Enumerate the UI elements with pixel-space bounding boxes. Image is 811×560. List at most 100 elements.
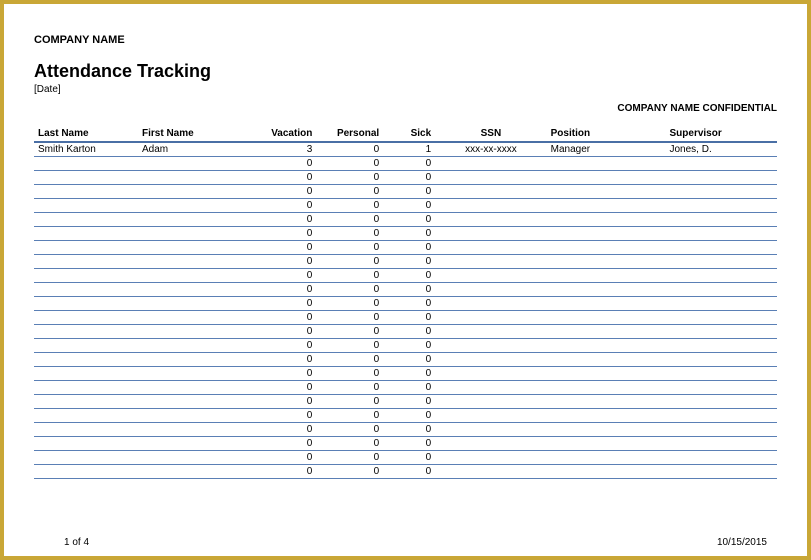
- cell-sick: 0: [383, 325, 435, 339]
- page-footer: 1 of 4 10/15/2015: [64, 537, 767, 548]
- table-row: 0 0 0: [34, 381, 777, 395]
- confidential-label: COMPANY NAME CONFIDENTIAL: [34, 103, 777, 114]
- cell-vacation: 0: [242, 409, 316, 423]
- cell-firstname: [138, 269, 242, 283]
- cell-position: [547, 339, 666, 353]
- cell-sick: 0: [383, 199, 435, 213]
- cell-lastname: [34, 311, 138, 325]
- cell-supervisor: [666, 437, 778, 451]
- cell-lastname: [34, 269, 138, 283]
- cell-ssn: [435, 213, 546, 227]
- cell-vacation: 0: [242, 451, 316, 465]
- cell-firstname: [138, 199, 242, 213]
- cell-supervisor: [666, 199, 778, 213]
- cell-lastname: [34, 423, 138, 437]
- cell-sick: 0: [383, 227, 435, 241]
- cell-position: [547, 395, 666, 409]
- table-row: 0 0 0: [34, 213, 777, 227]
- cell-position: [547, 367, 666, 381]
- cell-sick: 0: [383, 465, 435, 479]
- cell-sick: 0: [383, 213, 435, 227]
- cell-vacation: 3: [242, 142, 316, 157]
- cell-sick: 0: [383, 255, 435, 269]
- header-firstname: First Name: [138, 126, 242, 142]
- cell-sick: 0: [383, 367, 435, 381]
- cell-vacation: 0: [242, 423, 316, 437]
- cell-position: [547, 381, 666, 395]
- cell-lastname: [34, 227, 138, 241]
- cell-position: [547, 157, 666, 171]
- cell-personal: 0: [316, 185, 383, 199]
- header-supervisor: Supervisor: [666, 126, 778, 142]
- table-header-row: Last Name First Name Vacation Personal S…: [34, 126, 777, 142]
- cell-personal: 0: [316, 227, 383, 241]
- cell-position: Manager: [547, 142, 666, 157]
- cell-supervisor: [666, 409, 778, 423]
- cell-lastname: [34, 157, 138, 171]
- cell-position: [547, 269, 666, 283]
- attendance-table-container: Last Name First Name Vacation Personal S…: [34, 126, 777, 479]
- cell-supervisor: [666, 157, 778, 171]
- cell-lastname: [34, 199, 138, 213]
- cell-supervisor: [666, 367, 778, 381]
- cell-ssn: [435, 451, 546, 465]
- table-row: 0 0 0: [34, 241, 777, 255]
- cell-position: [547, 213, 666, 227]
- cell-personal: 0: [316, 409, 383, 423]
- table-row: 0 0 0: [34, 339, 777, 353]
- cell-ssn: [435, 381, 546, 395]
- cell-supervisor: [666, 171, 778, 185]
- cell-ssn: [435, 423, 546, 437]
- cell-position: [547, 311, 666, 325]
- cell-firstname: [138, 157, 242, 171]
- cell-position: [547, 353, 666, 367]
- header-ssn: SSN: [435, 126, 546, 142]
- cell-personal: 0: [316, 465, 383, 479]
- cell-firstname: Adam: [138, 142, 242, 157]
- table-row: 0 0 0: [34, 423, 777, 437]
- cell-sick: 0: [383, 185, 435, 199]
- cell-ssn: [435, 353, 546, 367]
- cell-personal: 0: [316, 142, 383, 157]
- cell-ssn: xxx-xx-xxxx: [435, 142, 546, 157]
- cell-personal: 0: [316, 171, 383, 185]
- table-row: 0 0 0: [34, 283, 777, 297]
- cell-supervisor: [666, 255, 778, 269]
- cell-firstname: [138, 409, 242, 423]
- cell-personal: 0: [316, 367, 383, 381]
- cell-sick: 0: [383, 339, 435, 353]
- page-title: Attendance Tracking: [34, 61, 777, 82]
- cell-supervisor: Jones, D.: [666, 142, 778, 157]
- table-row: 0 0 0: [34, 269, 777, 283]
- cell-firstname: [138, 451, 242, 465]
- cell-firstname: [138, 381, 242, 395]
- table-row: 0 0 0: [34, 451, 777, 465]
- cell-firstname: [138, 465, 242, 479]
- cell-personal: 0: [316, 297, 383, 311]
- cell-vacation: 0: [242, 283, 316, 297]
- cell-firstname: [138, 255, 242, 269]
- table-row: 0 0 0: [34, 199, 777, 213]
- cell-sick: 0: [383, 395, 435, 409]
- cell-ssn: [435, 227, 546, 241]
- cell-personal: 0: [316, 325, 383, 339]
- cell-firstname: [138, 423, 242, 437]
- cell-position: [547, 325, 666, 339]
- cell-supervisor: [666, 325, 778, 339]
- cell-position: [547, 171, 666, 185]
- cell-ssn: [435, 185, 546, 199]
- cell-ssn: [435, 311, 546, 325]
- cell-ssn: [435, 157, 546, 171]
- cell-vacation: 0: [242, 437, 316, 451]
- cell-lastname: [34, 367, 138, 381]
- cell-position: [547, 283, 666, 297]
- cell-vacation: 0: [242, 367, 316, 381]
- table-row: 0 0 0: [34, 409, 777, 423]
- cell-vacation: 0: [242, 325, 316, 339]
- cell-ssn: [435, 367, 546, 381]
- cell-sick: 0: [383, 381, 435, 395]
- cell-personal: 0: [316, 269, 383, 283]
- cell-ssn: [435, 171, 546, 185]
- cell-lastname: [34, 213, 138, 227]
- table-row: 0 0 0: [34, 311, 777, 325]
